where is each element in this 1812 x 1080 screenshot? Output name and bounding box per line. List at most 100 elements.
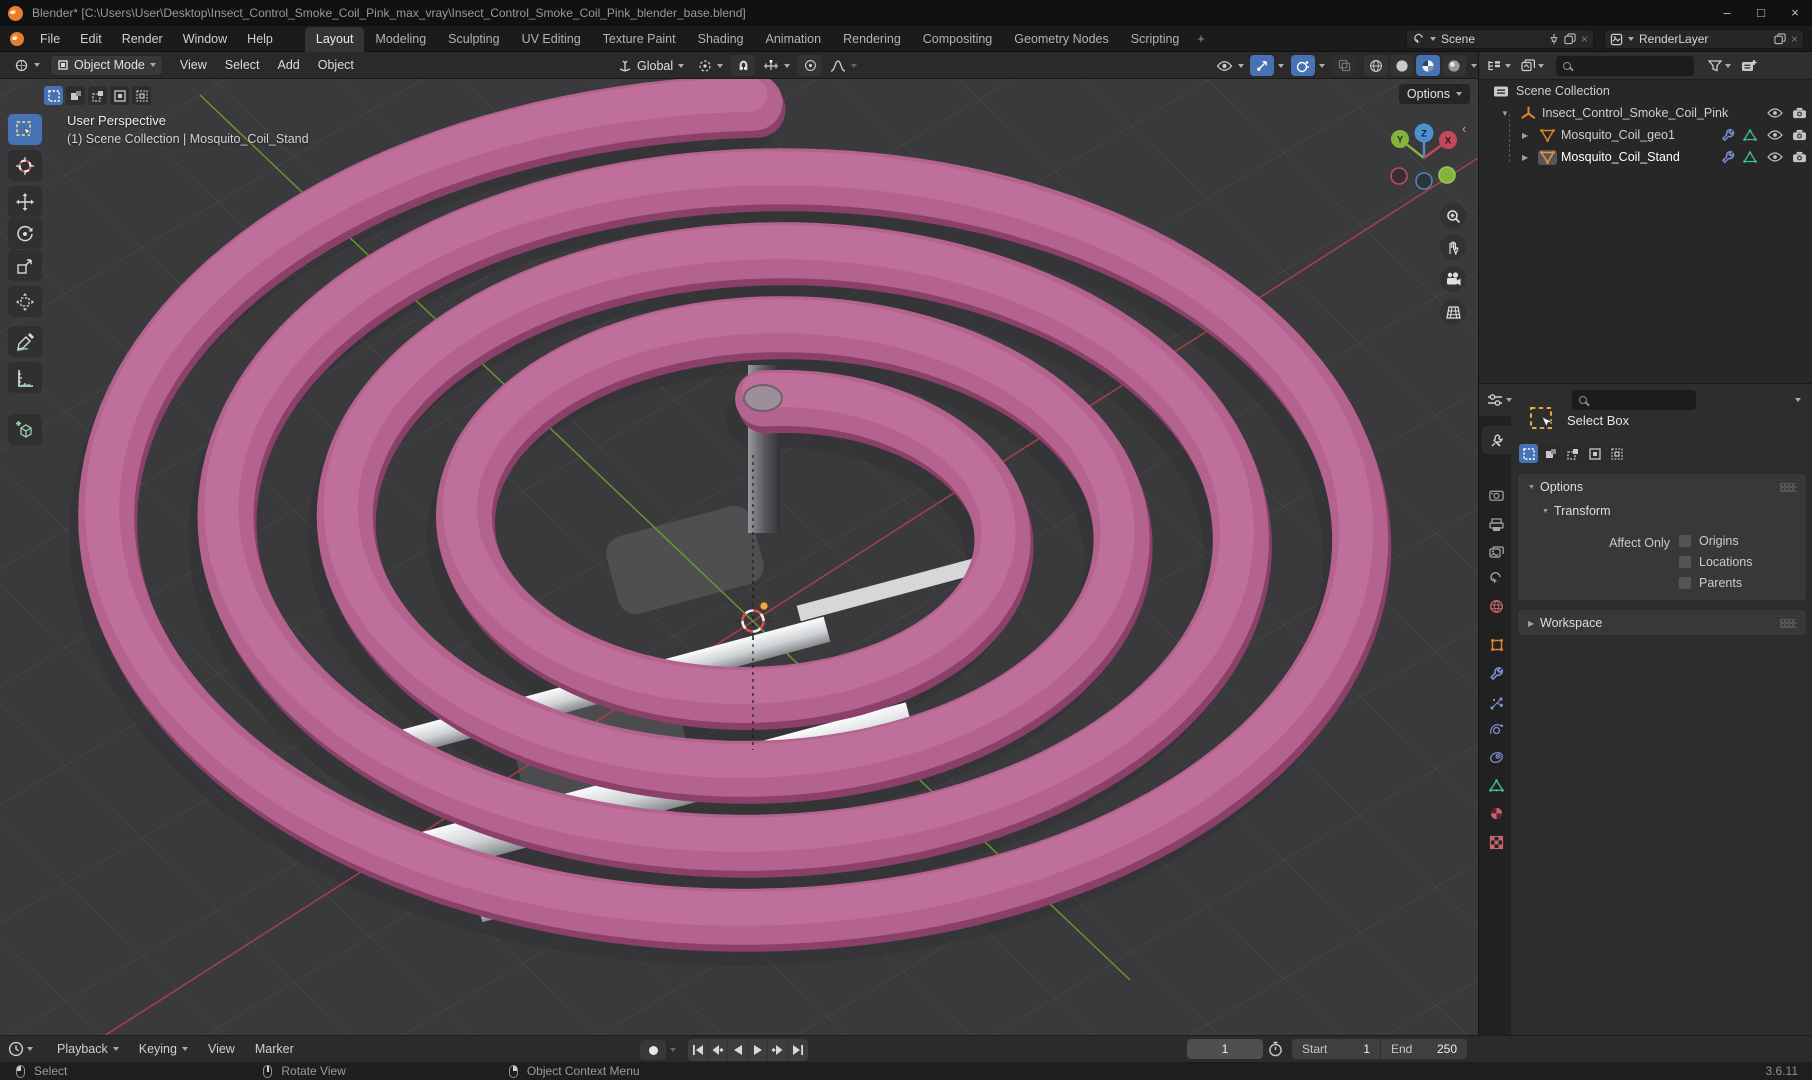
play-button[interactable] <box>748 1039 768 1061</box>
object-visibility-selector[interactable] <box>1214 55 1246 76</box>
options-panel-header[interactable]: ▼ Options <box>1518 474 1806 500</box>
parents-checkbox[interactable] <box>1678 576 1692 590</box>
tool-add-cube[interactable] <box>8 414 42 445</box>
timeline-editor-type[interactable] <box>8 1041 33 1057</box>
transform-subpanel-header[interactable]: ▼ Transform <box>1518 500 1806 522</box>
tab-sculpting[interactable]: Sculpting <box>437 27 510 52</box>
navigation-gizmo[interactable]: Y Z X <box>1384 115 1470 201</box>
tool-rotate[interactable] <box>8 218 42 249</box>
gizmo-z-neg[interactable] <box>1415 172 1433 190</box>
menu-window[interactable]: Window <box>173 26 237 52</box>
select-intersect-button[interactable] <box>1607 444 1626 463</box>
frame-end-field[interactable]: End 250 <box>1381 1039 1467 1059</box>
pivot-point-selector[interactable] <box>696 55 725 76</box>
snap-toggle[interactable] <box>731 55 756 76</box>
tool-scale[interactable] <box>8 250 42 281</box>
transform-orientation-selector[interactable]: Global <box>612 55 690 76</box>
chevron-down-icon[interactable] <box>670 1048 676 1052</box>
stopwatch-icon[interactable] <box>1268 1041 1283 1057</box>
tab-scripting[interactable]: Scripting <box>1120 27 1191 52</box>
chevron-down-icon[interactable] <box>1471 63 1477 68</box>
snap-settings[interactable] <box>761 55 792 76</box>
tab-compositing[interactable]: Compositing <box>912 27 1003 52</box>
tool-cursor[interactable] <box>8 150 42 181</box>
tab-modeling[interactable]: Modeling <box>364 27 437 52</box>
tab-object-data[interactable] <box>1482 771 1511 799</box>
minimize-button[interactable]: – <box>1710 2 1744 24</box>
tab-layout[interactable]: Layout <box>304 26 365 52</box>
collapse-sidebar-icon[interactable]: ‹ <box>1462 121 1466 136</box>
chevron-down-icon[interactable] <box>1795 398 1801 402</box>
hide-eye-icon[interactable] <box>1767 108 1783 118</box>
select-intersect-button[interactable] <box>132 86 151 105</box>
current-frame-field[interactable]: 1 <box>1187 1039 1263 1059</box>
outliner-row-coil-geo[interactable]: ▶ Mosquito_Coil_geo1 <box>1522 124 1812 146</box>
next-keyframe-button[interactable] <box>768 1039 788 1061</box>
new-view-layer-icon[interactable] <box>1774 33 1786 45</box>
shading-rendered-button[interactable] <box>1442 55 1466 76</box>
menu-view[interactable]: View <box>171 52 216 79</box>
tab-render[interactable] <box>1482 481 1511 509</box>
tab-particles[interactable] <box>1482 689 1511 717</box>
disclosure-closed-icon[interactable]: ▶ <box>1522 153 1534 162</box>
remove-view-layer-icon[interactable]: × <box>1791 32 1798 46</box>
toggle-ortho-button[interactable] <box>1440 299 1466 325</box>
menu-marker[interactable]: Marker <box>245 1036 304 1062</box>
tab-modifiers[interactable] <box>1482 659 1511 687</box>
menu-file[interactable]: File <box>30 26 70 52</box>
chevron-down-icon[interactable] <box>1278 63 1284 68</box>
locations-checkbox[interactable] <box>1678 555 1692 569</box>
show-overlays-toggle[interactable] <box>1291 55 1315 76</box>
tool-select-box[interactable] <box>8 114 42 145</box>
new-collection-button[interactable] <box>1741 59 1757 73</box>
menu-add[interactable]: Add <box>269 52 309 79</box>
disable-render-camera-icon[interactable] <box>1792 151 1807 163</box>
tool-move[interactable] <box>8 186 42 217</box>
tab-animation[interactable]: Animation <box>755 27 833 52</box>
shading-material-button[interactable] <box>1416 55 1440 76</box>
tool-transform[interactable] <box>8 286 42 317</box>
play-reverse-button[interactable] <box>728 1039 748 1061</box>
menu-select[interactable]: Select <box>216 52 269 79</box>
tab-texture[interactable] <box>1482 828 1511 856</box>
frame-start-field[interactable]: Start 1 <box>1292 1039 1380 1059</box>
tab-scene[interactable] <box>1482 564 1511 592</box>
affect-parents-row[interactable]: Parents <box>1678 576 1742 590</box>
select-extend-button[interactable] <box>66 86 85 105</box>
disclosure-closed-icon[interactable]: ▶ <box>1522 131 1534 140</box>
disclosure-open-icon[interactable]: ▼ <box>1501 109 1513 118</box>
properties-editor-type[interactable] <box>1487 393 1512 407</box>
new-scene-icon[interactable] <box>1564 33 1576 45</box>
outliner-row-coil-stand[interactable]: ▶ Mosquito_Coil_Stand <box>1522 146 1812 168</box>
tab-view-layer[interactable] <box>1482 539 1511 567</box>
tab-output[interactable] <box>1482 511 1511 539</box>
jump-to-start-button[interactable] <box>688 1039 708 1061</box>
3d-viewport[interactable]: User Perspective (1) Scene Collection | … <box>0 79 1478 1035</box>
tab-geometry-nodes[interactable]: Geometry Nodes <box>1003 27 1119 52</box>
affect-locations-row[interactable]: Locations <box>1678 555 1753 569</box>
tab-shading[interactable]: Shading <box>687 27 755 52</box>
tab-object[interactable] <box>1482 631 1511 659</box>
tab-constraints[interactable] <box>1482 743 1511 771</box>
hide-eye-icon[interactable] <box>1767 130 1783 140</box>
outliner-display-mode[interactable] <box>1487 59 1511 72</box>
prev-keyframe-button[interactable] <box>708 1039 728 1061</box>
select-invert-button[interactable] <box>1585 444 1604 463</box>
outliner-filter-button[interactable] <box>1708 59 1731 72</box>
proportional-editing-toggle[interactable] <box>798 55 823 76</box>
blender-menu-icon[interactable] <box>10 31 24 46</box>
tool-measure[interactable] <box>8 362 42 393</box>
editor-type-button[interactable] <box>8 55 46 76</box>
select-set-button[interactable] <box>1519 444 1538 463</box>
tab-rendering[interactable]: Rendering <box>832 27 912 52</box>
select-set-button[interactable] <box>44 86 63 105</box>
outliner-filter-collection[interactable] <box>1521 59 1544 72</box>
panel-grip[interactable] <box>1780 482 1796 492</box>
affect-origins-row[interactable]: Origins <box>1678 534 1739 548</box>
outliner-search-input[interactable] <box>1556 55 1694 76</box>
select-subtract-button[interactable] <box>1563 444 1582 463</box>
tab-world[interactable] <box>1482 592 1511 620</box>
unlink-scene-icon[interactable]: × <box>1581 32 1588 46</box>
menu-timeline-view[interactable]: View <box>198 1036 245 1062</box>
jump-to-end-button[interactable] <box>788 1039 808 1061</box>
